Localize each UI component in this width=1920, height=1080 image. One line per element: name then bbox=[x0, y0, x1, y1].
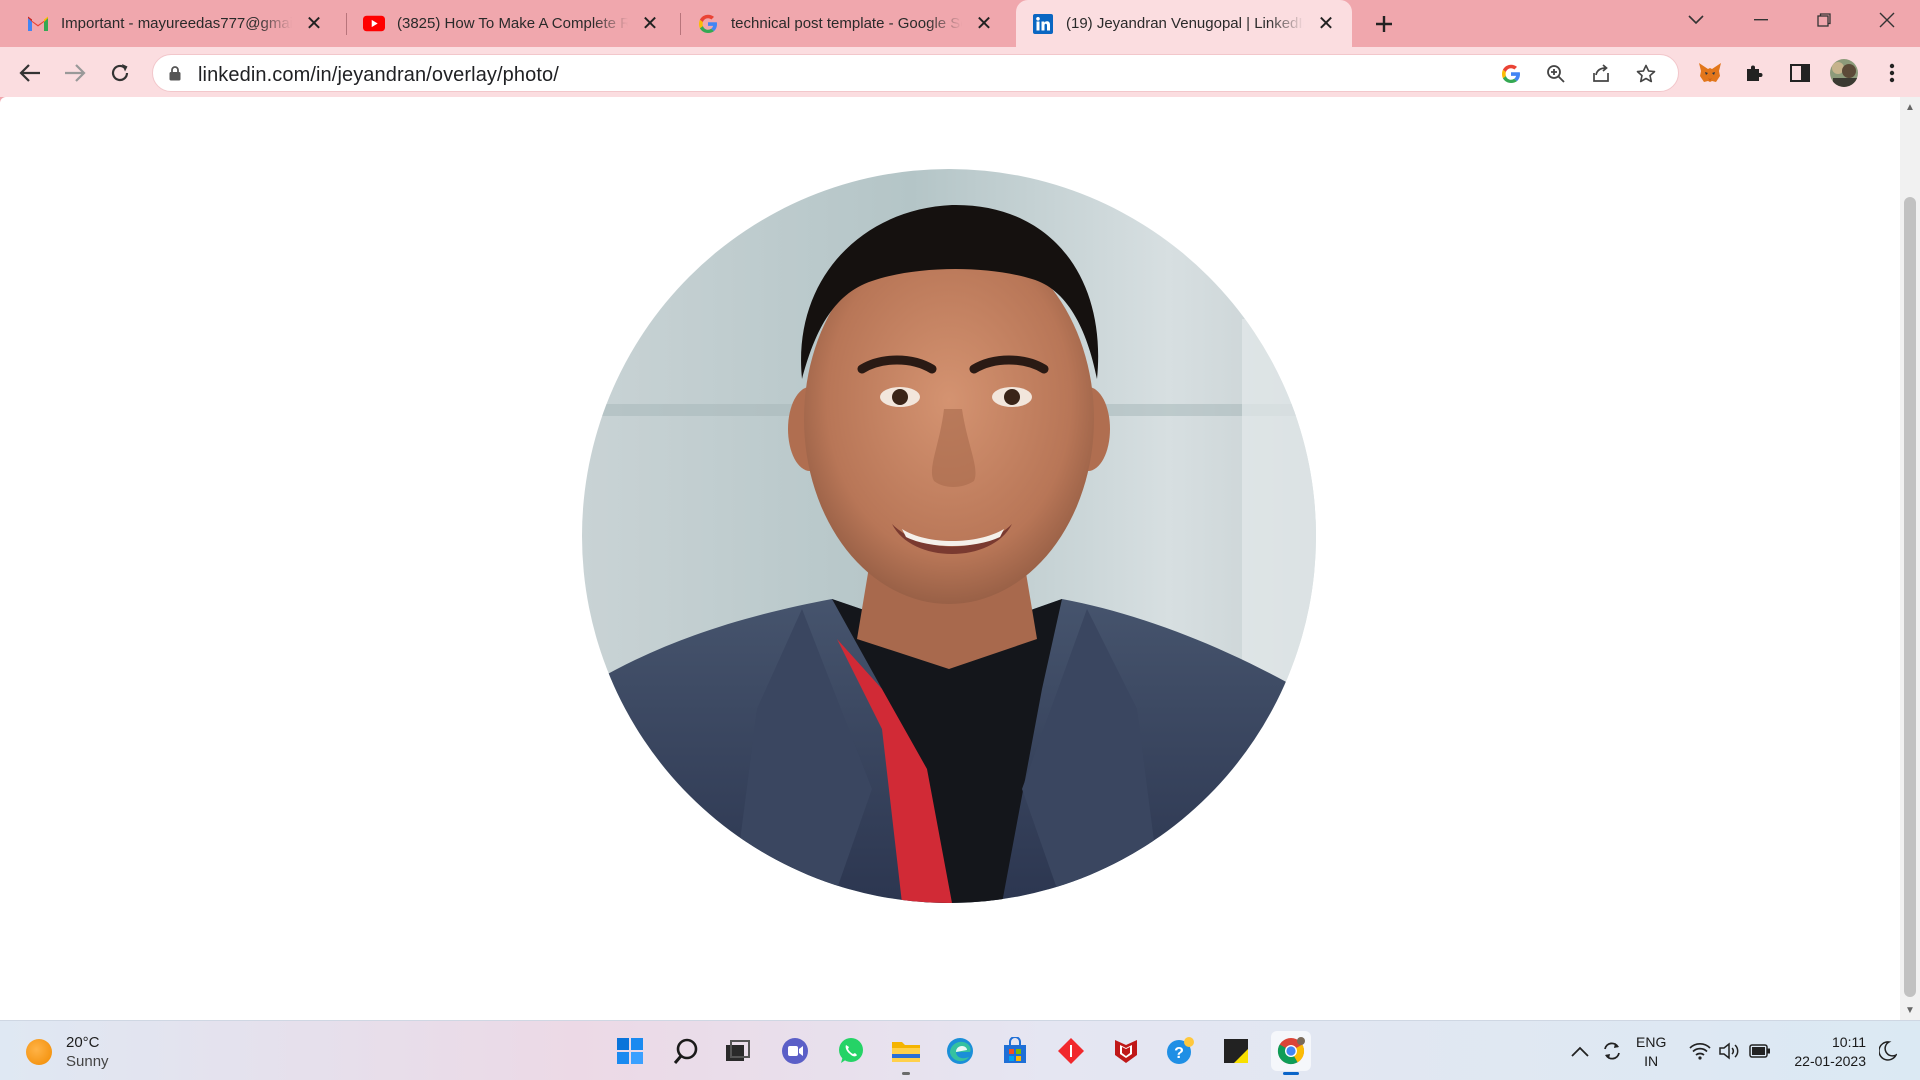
lock-icon[interactable] bbox=[169, 66, 181, 86]
tab-search-chevron-icon[interactable] bbox=[1671, 0, 1721, 40]
tab-title: Important - mayureedas777@gmail bbox=[61, 15, 292, 32]
close-tab-icon[interactable]: ✕ bbox=[1314, 12, 1338, 36]
tab-linkedin[interactable]: (19) Jeyandran Venugopal | LinkedIn ✕ bbox=[1016, 0, 1352, 47]
wifi-icon[interactable] bbox=[1688, 1039, 1712, 1063]
task-view-icon[interactable] bbox=[717, 1031, 757, 1071]
volume-icon[interactable] bbox=[1718, 1039, 1742, 1063]
metamask-extension-icon[interactable] bbox=[1694, 57, 1726, 89]
new-tab-button[interactable] bbox=[1368, 8, 1400, 40]
chrome-icon[interactable] bbox=[1271, 1031, 1311, 1075]
close-tab-icon[interactable]: ✕ bbox=[972, 12, 996, 36]
weather-condition: Sunny bbox=[66, 1053, 109, 1070]
file-explorer-icon[interactable] bbox=[886, 1031, 926, 1075]
reload-button[interactable] bbox=[104, 57, 136, 89]
running-indicator bbox=[902, 1072, 910, 1075]
whatsapp-icon[interactable] bbox=[831, 1031, 871, 1071]
search-icon[interactable] bbox=[666, 1031, 706, 1071]
url-text[interactable]: linkedin.com/in/jeyandran/overlay/photo/ bbox=[198, 64, 559, 87]
browser-toolbar: linkedin.com/in/jeyandran/overlay/photo/ bbox=[0, 47, 1920, 97]
git-icon[interactable] bbox=[1051, 1031, 1091, 1071]
region-code: IN bbox=[1644, 1053, 1659, 1069]
system-clock[interactable]: 10:11 22-01-2023 bbox=[1786, 1033, 1866, 1071]
close-tab-icon[interactable]: ✕ bbox=[302, 12, 326, 36]
tab-google-search[interactable]: technical post template - Google Se ✕ bbox=[670, 0, 1010, 47]
tab-youtube[interactable]: (3825) How To Make A Complete Re ✕ bbox=[336, 0, 676, 47]
weather-temperature: 20°C bbox=[66, 1034, 100, 1051]
tab-strip: Important - mayureedas777@gmail ✕ (3825)… bbox=[0, 0, 1920, 47]
restore-button[interactable] bbox=[1799, 0, 1849, 40]
svg-text:?: ? bbox=[1174, 1045, 1184, 1062]
side-panel-icon[interactable] bbox=[1784, 57, 1816, 89]
chrome-menu-icon[interactable] bbox=[1876, 57, 1908, 89]
share-icon[interactable] bbox=[1588, 61, 1614, 87]
start-icon[interactable] bbox=[610, 1031, 650, 1071]
minimize-button[interactable] bbox=[1736, 0, 1786, 40]
language-indicator[interactable]: ENG IN bbox=[1636, 1033, 1666, 1071]
mcafee-icon[interactable] bbox=[1106, 1031, 1146, 1071]
close-window-button[interactable] bbox=[1862, 0, 1912, 40]
weather-widget[interactable]: 20°C Sunny bbox=[26, 1033, 109, 1071]
sticky-notes-icon[interactable] bbox=[1216, 1031, 1256, 1071]
language-code: ENG bbox=[1636, 1034, 1667, 1050]
forward-button[interactable] bbox=[59, 57, 91, 89]
tab-title: (19) Jeyandran Venugopal | LinkedIn bbox=[1066, 15, 1304, 32]
page-viewport: ▲ ▼ bbox=[0, 97, 1920, 1020]
close-tab-icon[interactable]: ✕ bbox=[638, 12, 662, 36]
scroll-up-arrow-icon[interactable]: ▲ bbox=[1904, 101, 1916, 113]
google-lens-icon[interactable] bbox=[1498, 61, 1524, 87]
clock-time: 10:11 bbox=[1832, 1034, 1866, 1050]
scroll-down-arrow-icon[interactable]: ▼ bbox=[1904, 1004, 1916, 1016]
help-icon[interactable]: ? bbox=[1161, 1031, 1201, 1071]
address-bar[interactable]: linkedin.com/in/jeyandran/overlay/photo/ bbox=[152, 54, 1679, 92]
teams-chat-icon[interactable] bbox=[775, 1031, 815, 1071]
zoom-icon[interactable] bbox=[1543, 61, 1569, 87]
clock-date: 22-01-2023 bbox=[1794, 1053, 1866, 1069]
back-button[interactable] bbox=[14, 57, 46, 89]
notifications-moon-icon[interactable] bbox=[1876, 1039, 1900, 1063]
extensions-puzzle-icon[interactable] bbox=[1739, 57, 1771, 89]
vertical-scrollbar[interactable]: ▲ ▼ bbox=[1900, 97, 1920, 1020]
sun-icon bbox=[26, 1039, 52, 1065]
youtube-icon bbox=[363, 13, 385, 35]
profile-photo bbox=[582, 169, 1316, 903]
sync-icon[interactable] bbox=[1600, 1039, 1624, 1063]
google-icon bbox=[697, 13, 719, 35]
scrollbar-thumb[interactable] bbox=[1904, 197, 1916, 997]
profile-avatar[interactable] bbox=[1828, 57, 1860, 89]
bookmark-star-icon[interactable] bbox=[1633, 61, 1659, 87]
linkedin-icon bbox=[1032, 13, 1054, 35]
chevron-up-icon[interactable] bbox=[1568, 1039, 1592, 1063]
edge-icon[interactable] bbox=[940, 1031, 980, 1071]
tab-title: (3825) How To Make A Complete Re bbox=[397, 15, 628, 32]
windows-taskbar: 20°C Sunny ? ENG IN 10:11 22-01-2023 bbox=[0, 1020, 1920, 1080]
store-icon[interactable] bbox=[995, 1031, 1035, 1071]
gmail-icon bbox=[27, 13, 49, 35]
tab-gmail[interactable]: Important - mayureedas777@gmail ✕ bbox=[0, 0, 340, 47]
battery-icon[interactable] bbox=[1748, 1039, 1772, 1063]
running-indicator bbox=[1283, 1072, 1299, 1075]
tab-title: technical post template - Google Se bbox=[731, 15, 962, 32]
